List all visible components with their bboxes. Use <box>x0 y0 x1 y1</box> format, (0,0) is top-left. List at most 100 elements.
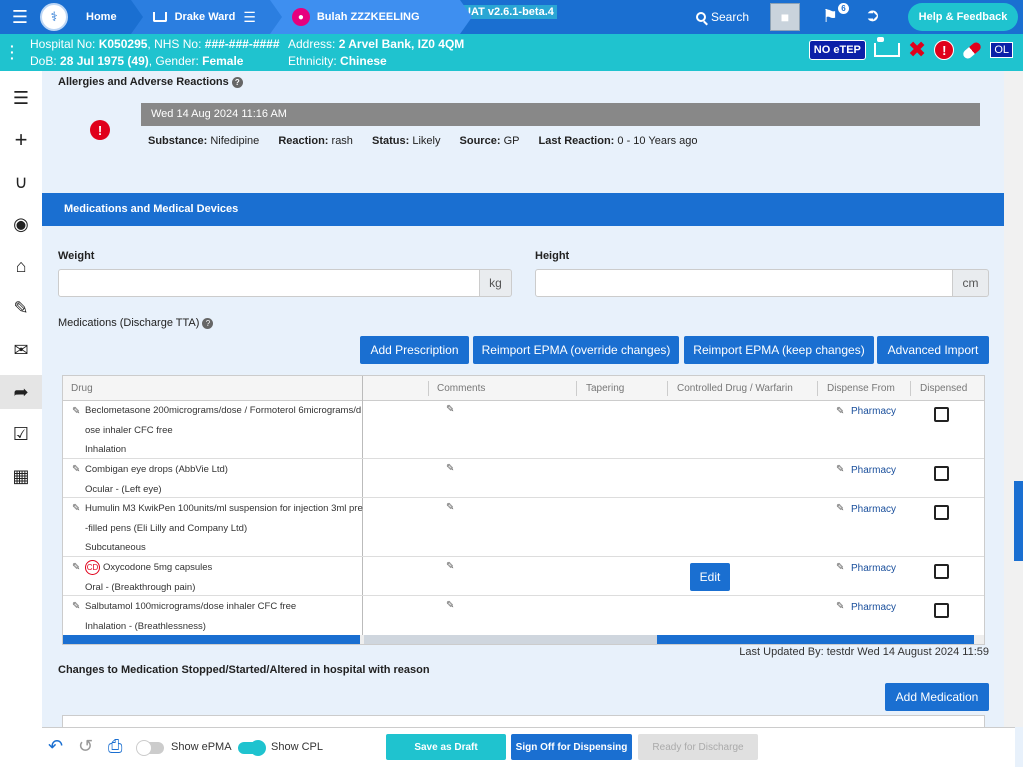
history-icon[interactable]: ↺ <box>78 736 93 757</box>
app-logo[interactable]: ⚕ <box>40 3 68 31</box>
col-dispensed[interactable]: Dispensed <box>920 376 967 401</box>
dispense-pencil-icon[interactable]: ✎ <box>836 503 844 514</box>
dispense-pencil-icon[interactable]: ✎ <box>836 562 844 573</box>
breadcrumb-patient[interactable]: ● Bulah ZZZKEELING <box>269 0 472 34</box>
dispense-pencil-icon[interactable]: ✎ <box>836 406 844 417</box>
edit-pencil-icon[interactable]: ✎ <box>72 503 80 514</box>
height-label: Height <box>535 250 570 262</box>
dispensed-checkbox[interactable] <box>934 407 949 422</box>
medications-section-body: Weight kg Height cm Medications (Dischar… <box>42 226 1004 727</box>
hamburger-menu-icon[interactable]: ☰ <box>0 0 40 34</box>
sign-off-dispensing-button[interactable]: Sign Off for Dispensing <box>511 734 632 760</box>
help-question-icon[interactable]: ? <box>231 76 243 88</box>
breadcrumb-ward[interactable]: Drake Ward ☰ <box>130 0 283 34</box>
ward-label: Drake Ward <box>174 11 236 23</box>
table-row: ✎ Salbutamol 100micrograms/dose inhaler … <box>63 597 984 635</box>
discharge-walking-icon[interactable]: ➦ <box>0 375 42 409</box>
edit-pencil-icon[interactable]: ✎ <box>72 406 80 417</box>
col-drug[interactable]: Drug <box>71 376 93 401</box>
height-unit: cm <box>953 269 989 297</box>
allergies-title: Allergies and Adverse Reactions? <box>58 76 243 88</box>
allergy-date-bar: Wed 14 Aug 2024 11:16 AM <box>141 103 980 126</box>
help-feedback-button[interactable]: Help & Feedback <box>908 3 1018 31</box>
comment-pencil-icon[interactable]: ✎ <box>446 600 454 611</box>
substance-field: Substance: Nifedipine <box>148 135 260 147</box>
edit-pencil-icon[interactable]: ✎ <box>72 464 80 475</box>
dispensed-checkbox[interactable] <box>934 466 949 481</box>
dispense-from-value: Pharmacy <box>851 504 897 515</box>
dispense-from-value: Pharmacy <box>851 563 897 574</box>
advanced-import-button[interactable]: Advanced Import <box>877 336 989 364</box>
environment-badge: UAT v2.6.1-beta.4 <box>460 5 557 19</box>
flag-icon[interactable]: ⚑ 6 <box>822 3 849 27</box>
comment-pencil-icon[interactable]: ✎ <box>446 561 454 572</box>
height-input[interactable] <box>535 269 953 297</box>
table-row: ✎ Humulin M3 KwikPen 100units/ml suspens… <box>63 499 984 557</box>
edit-controlled-drug-button[interactable]: Edit <box>690 563 730 591</box>
page-scrollbar[interactable] <box>1004 71 1023 727</box>
edit-pencil-icon[interactable]: ✎ <box>72 601 80 612</box>
address-value: 2 Arvel Bank, IZ0 4QM <box>338 37 465 51</box>
weight-input[interactable] <box>58 269 480 297</box>
dispensed-checkbox[interactable] <box>934 603 949 618</box>
comment-pencil-icon[interactable]: ✎ <box>446 502 454 513</box>
dispense-pencil-icon[interactable]: ✎ <box>836 464 844 475</box>
medications-table: Drug Comments Tapering Controlled Drug /… <box>62 375 985 645</box>
red-cross-icon[interactable]: ✖ <box>908 39 926 61</box>
alert-icon[interactable]: ! <box>934 40 955 60</box>
col-tapering[interactable]: Tapering <box>586 376 624 401</box>
dispensed-checkbox[interactable] <box>934 505 949 520</box>
col-controlled-drug[interactable]: Controlled Drug / Warfarin <box>677 376 793 401</box>
logout-icon[interactable]: ➲ <box>865 5 880 26</box>
show-cpl-toggle[interactable] <box>238 740 266 756</box>
home-medical-icon[interactable]: ⌂ <box>0 249 42 283</box>
show-epma-toggle[interactable] <box>136 740 164 756</box>
breadcrumb-home[interactable]: Home <box>72 0 143 34</box>
ethnicity-value: Chinese <box>340 54 387 68</box>
show-cpl-label: Show CPL <box>271 741 323 753</box>
comment-pencil-icon[interactable]: ✎ <box>446 404 454 415</box>
medical-kit-icon[interactable]: ✉ <box>0 333 42 367</box>
weight-label: Weight <box>58 250 95 262</box>
discharge-tta-label: Medications (Discharge TTA)? <box>58 317 214 329</box>
flag-count-badge: 6 <box>838 3 849 14</box>
add-prescription-button[interactable]: Add Prescription <box>360 336 469 364</box>
table-horizontal-scrollbar[interactable] <box>63 635 984 644</box>
ward-menu-icon[interactable]: ☰ <box>243 9 256 26</box>
help-question-icon[interactable]: ? <box>202 317 214 329</box>
signature-document-icon[interactable]: ✎ <box>0 291 42 325</box>
allergy-alert-icon: ! <box>90 120 110 140</box>
edit-pencil-icon[interactable]: ✎ <box>72 562 80 573</box>
checklist-icon[interactable]: ☑ <box>0 417 42 451</box>
save-draft-button[interactable]: Save as Draft <box>386 734 506 760</box>
source-field: Source: GP <box>459 135 520 147</box>
bed-status-icon[interactable] <box>873 37 900 57</box>
dispensed-checkbox[interactable] <box>934 564 949 579</box>
dispense-pencil-icon[interactable]: ✎ <box>836 601 844 612</box>
add-medication-button[interactable]: Add Medication <box>885 683 989 711</box>
list-icon[interactable]: ☰ <box>0 81 42 115</box>
col-comments[interactable]: Comments <box>437 376 485 401</box>
comment-pencil-icon[interactable]: ✎ <box>446 463 454 474</box>
undo-icon[interactable]: ↶ <box>48 736 63 757</box>
reimport-override-button[interactable]: Reimport EPMA (override changes) <box>473 336 679 364</box>
reimport-keep-button[interactable]: Reimport EPMA (keep changes) <box>684 336 874 364</box>
building-icon[interactable]: ▦ <box>0 459 42 493</box>
search-button[interactable]: Search <box>696 0 749 34</box>
changes-table <box>62 715 985 727</box>
female-patient-icon: ● <box>291 8 310 26</box>
table-row: ✎ Beclometasone 200micrograms/dose / For… <box>63 401 984 459</box>
controlled-drug-badge: CD <box>85 559 100 575</box>
ol-badge[interactable]: OL <box>990 42 1013 58</box>
ready-for-discharge-button[interactable]: Ready for Discharge <box>638 734 758 760</box>
banner-expand-icon[interactable]: · · · <box>10 39 15 65</box>
plus-icon[interactable]: + <box>0 123 42 157</box>
print-icon[interactable]: ⎙ <box>108 736 122 757</box>
col-dispense-from[interactable]: Dispense From <box>827 376 895 401</box>
camera-icon[interactable]: ◉ <box>0 207 42 241</box>
no-etep-badge[interactable]: NO eTEP <box>808 40 866 60</box>
stethoscope-icon[interactable]: ∪ <box>0 165 42 199</box>
medication-pill-icon[interactable] <box>961 40 983 60</box>
user-avatar[interactable]: ■ <box>770 3 800 31</box>
last-reaction-field: Last Reaction: 0 - 10 Years ago <box>538 135 698 147</box>
